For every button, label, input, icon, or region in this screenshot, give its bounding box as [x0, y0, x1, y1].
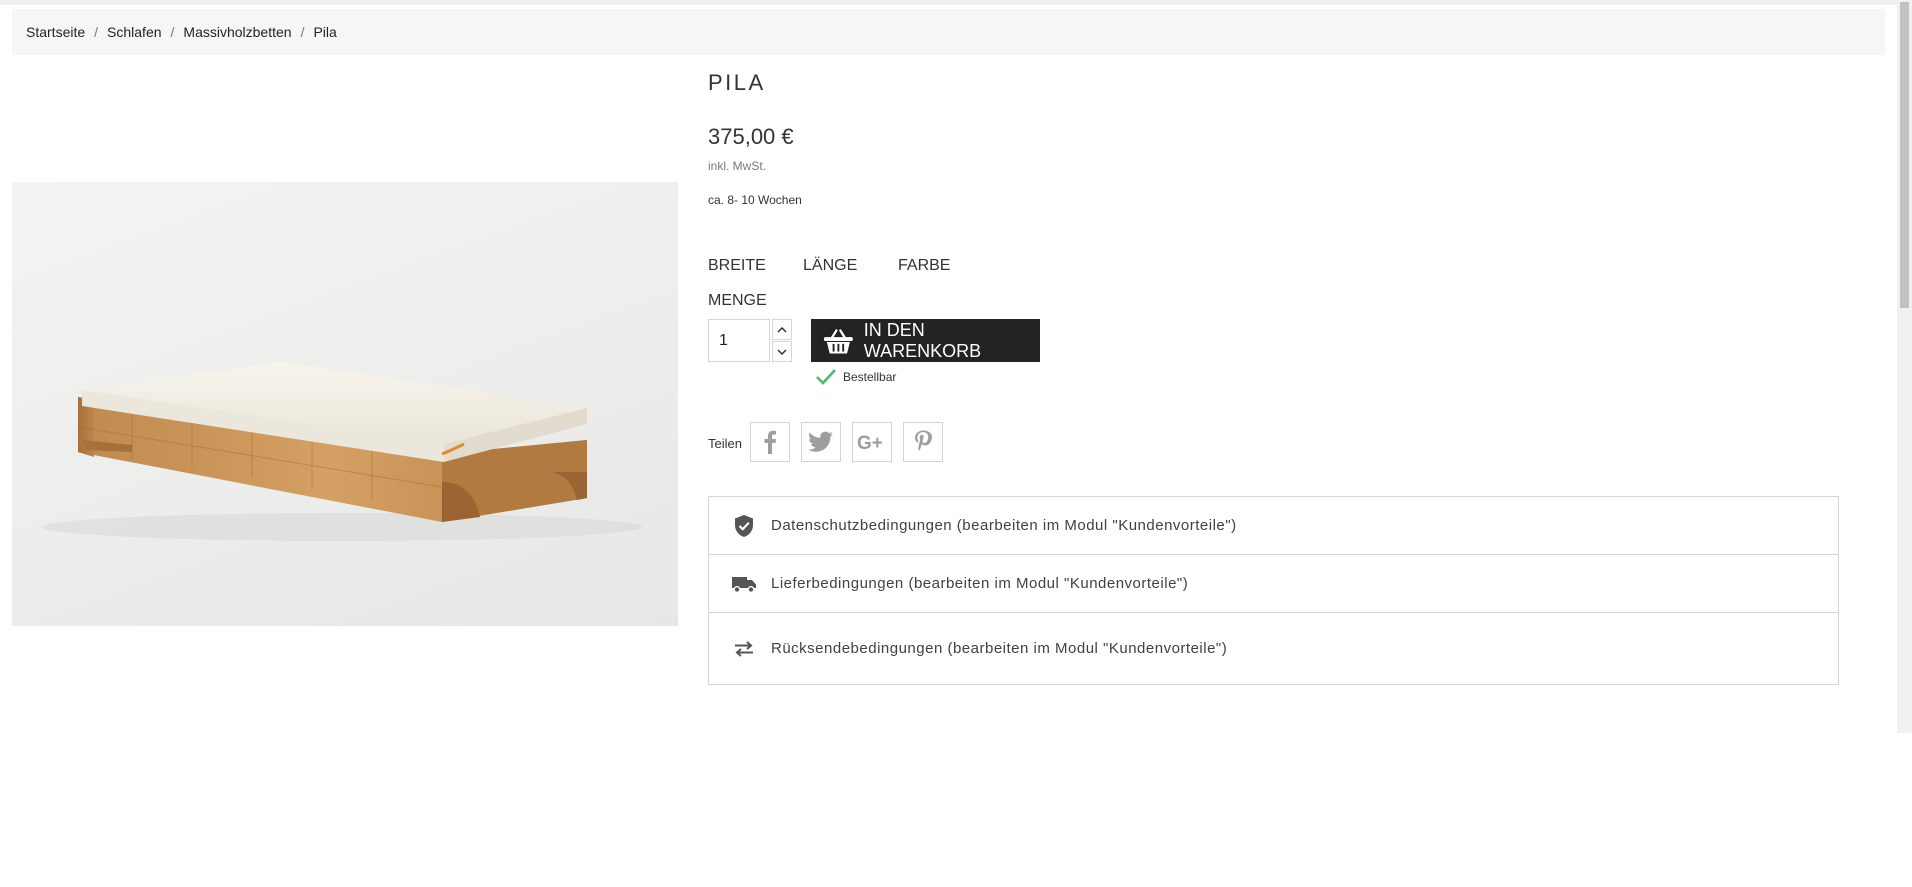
- share-label: Teilen: [708, 436, 742, 451]
- scrollbar-thumb[interactable]: [1900, 2, 1909, 308]
- breadcrumb-separator: /: [300, 24, 305, 40]
- breadcrumb-item-schlafen[interactable]: Schlafen: [107, 24, 161, 40]
- basket-icon: [823, 328, 853, 353]
- share-pinterest-button[interactable]: [903, 422, 943, 462]
- availability: Bestellbar: [815, 368, 896, 386]
- quantity-label: MENGE: [708, 292, 767, 309]
- add-to-cart-label: IN DEN WARENKORB: [863, 319, 982, 361]
- swap-arrows-icon: [735, 640, 753, 657]
- reassurance-text-delivery: Lieferbedingungen (bearbeiten im Modul "…: [771, 575, 1189, 592]
- breadcrumb-item-pila[interactable]: Pila: [313, 24, 336, 40]
- shield-check-icon: [735, 514, 753, 537]
- bed-illustration: [42, 362, 642, 541]
- quantity-decrease-button[interactable]: [772, 341, 792, 362]
- breadcrumb-separator: /: [94, 24, 99, 40]
- product-image[interactable]: [12, 182, 678, 626]
- variant-farbe[interactable]: FARBE: [898, 257, 950, 275]
- variant-laenge[interactable]: LÄNGE: [803, 257, 857, 275]
- reassurance-item-delivery: Lieferbedingungen (bearbeiten im Modul "…: [709, 555, 1838, 613]
- pinterest-icon: [915, 430, 932, 451]
- quantity-input[interactable]: 1: [708, 319, 770, 362]
- quantity-increase-button[interactable]: [772, 319, 792, 340]
- product-title: PILA: [708, 70, 766, 95]
- top-border: [0, 0, 1897, 5]
- google-plus-icon: G+: [857, 433, 883, 452]
- reassurance-text-privacy: Datenschutzbedingungen (bearbeiten im Mo…: [771, 517, 1237, 534]
- breadcrumb: Startseite / Schlafen / Massivholzbetten…: [12, 9, 1885, 55]
- tax-note: inkl. MwSt.: [708, 159, 767, 173]
- share-twitter-button[interactable]: [801, 422, 841, 462]
- reassurance-item-returns: Rücksendebedingungen (bearbeiten im Modu…: [709, 613, 1838, 684]
- reassurance-text-returns: Rücksendebedingungen (bearbeiten im Modu…: [771, 640, 1228, 657]
- delivery-time: ca. 8- 10 Wochen: [708, 193, 802, 207]
- facebook-icon: [764, 430, 776, 454]
- variant-breite[interactable]: BREITE: [708, 257, 766, 275]
- breadcrumb-item-startseite[interactable]: Startseite: [26, 24, 85, 40]
- share-googleplus-button[interactable]: G+: [852, 422, 892, 462]
- breadcrumb-separator: /: [170, 24, 175, 40]
- chevron-down-icon: [777, 348, 787, 355]
- availability-label: Bestellbar: [843, 370, 897, 384]
- product-price: 375,00 €: [708, 124, 794, 149]
- check-icon: [816, 369, 836, 385]
- svg-text:G+: G+: [857, 433, 883, 452]
- share-facebook-button[interactable]: [750, 422, 790, 462]
- twitter-icon: [808, 431, 833, 452]
- breadcrumb-item-massivholzbetten[interactable]: Massivholzbetten: [183, 24, 291, 40]
- truck-icon: [732, 576, 756, 593]
- chevron-up-icon: [777, 326, 787, 333]
- add-to-cart-button[interactable]: IN DEN WARENKORB: [811, 319, 1040, 362]
- reassurance-block: Datenschutzbedingungen (bearbeiten im Mo…: [708, 496, 1839, 685]
- reassurance-item-privacy: Datenschutzbedingungen (bearbeiten im Mo…: [709, 497, 1838, 555]
